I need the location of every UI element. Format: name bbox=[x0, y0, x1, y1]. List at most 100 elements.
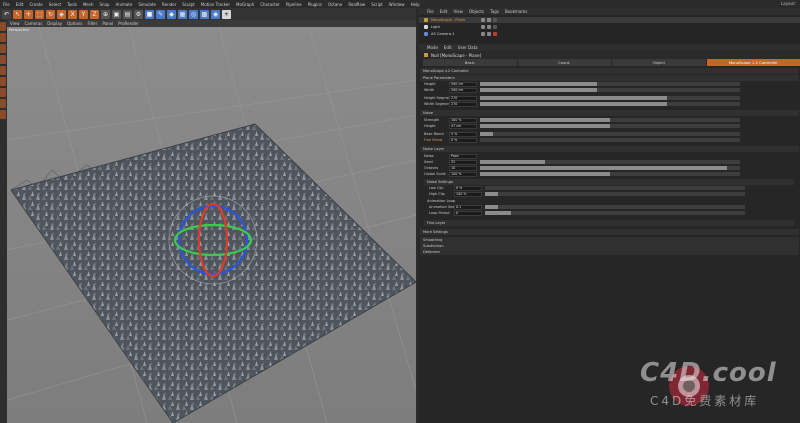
object-row[interactable]: Light bbox=[419, 24, 800, 30]
perspective-viewport[interactable]: View Cameras Display Options Filter Panel ProR… bbox=[7, 20, 416, 423]
z-axis-icon[interactable]: Z bbox=[90, 9, 99, 19]
undo-icon[interactable]: ↶ bbox=[2, 9, 11, 19]
menu-item[interactable]: Character bbox=[260, 2, 280, 7]
polygons-mode-icon[interactable] bbox=[0, 88, 6, 97]
param-slider[interactable] bbox=[485, 205, 745, 209]
menu-item[interactable]: File bbox=[3, 2, 10, 7]
render-picture-icon[interactable]: ▤ bbox=[123, 9, 132, 19]
recent-tool-icon[interactable]: ◈ bbox=[57, 9, 66, 19]
param-slider[interactable] bbox=[480, 138, 740, 142]
section-more-settings[interactable]: More Settings bbox=[420, 229, 799, 235]
menu-item[interactable]: Select bbox=[49, 2, 61, 7]
attribute-tab[interactable]: Coord. bbox=[517, 59, 611, 66]
object-menu-item[interactable]: View bbox=[453, 9, 463, 14]
section-fine-layer[interactable]: Fine Layer bbox=[424, 220, 794, 226]
viewport-menu-item[interactable]: Options bbox=[67, 21, 82, 26]
object-menu-item[interactable]: Tags bbox=[490, 9, 499, 14]
param-value-field[interactable]: 100 % bbox=[454, 191, 482, 197]
visibility-tag-icon[interactable] bbox=[481, 25, 485, 29]
light-icon[interactable]: ☀ bbox=[222, 9, 231, 19]
y-axis-icon[interactable]: Y bbox=[79, 9, 88, 19]
menu-item[interactable]: Octane bbox=[328, 2, 342, 7]
snap-icon[interactable] bbox=[0, 99, 6, 108]
axis-mode-icon[interactable] bbox=[0, 55, 6, 64]
subdivision-icon[interactable]: ◆ bbox=[167, 9, 176, 19]
menu-item[interactable]: Help bbox=[411, 2, 420, 7]
object-tag-icon[interactable] bbox=[493, 18, 497, 22]
param-value-field[interactable]: 0 % bbox=[449, 137, 477, 143]
param-slider[interactable] bbox=[480, 82, 740, 86]
menu-item[interactable]: Simulate bbox=[138, 2, 156, 7]
cube-icon[interactable]: ■ bbox=[145, 9, 154, 19]
object-menu-item[interactable]: Edit bbox=[440, 9, 448, 14]
param-slider[interactable] bbox=[485, 186, 745, 190]
param-row[interactable]: Height 47 cm bbox=[424, 123, 794, 129]
param-row[interactable]: High Clip 100 % bbox=[429, 191, 799, 197]
menu-item[interactable]: Realflow bbox=[348, 2, 365, 7]
param-row[interactable]: Global Scale 100 % bbox=[424, 171, 794, 177]
menu-item[interactable]: Snap bbox=[99, 2, 109, 7]
viewport-menu-item[interactable]: View bbox=[10, 21, 20, 26]
render-settings-icon[interactable]: ⚙ bbox=[134, 9, 143, 19]
param-slider[interactable] bbox=[480, 132, 740, 136]
deformer-icon[interactable]: ◎ bbox=[189, 9, 198, 19]
viewport-menu-item[interactable]: Display bbox=[47, 21, 62, 26]
points-mode-icon[interactable] bbox=[0, 66, 6, 75]
menu-item[interactable]: Sculpt bbox=[182, 2, 195, 7]
param-slider[interactable] bbox=[480, 124, 740, 128]
param-value-field[interactable]: 5 % bbox=[449, 131, 477, 137]
model-mode-icon[interactable] bbox=[0, 33, 6, 42]
menu-item[interactable]: Pipeline bbox=[286, 2, 302, 7]
param-slider[interactable] bbox=[485, 192, 745, 196]
render-tag-icon[interactable] bbox=[487, 18, 491, 22]
object-row[interactable]: AS Camera.1 bbox=[419, 31, 800, 37]
render-tag-icon[interactable] bbox=[487, 25, 491, 29]
scene-icon[interactable]: ▩ bbox=[200, 9, 209, 19]
live-select-icon[interactable]: ↖ bbox=[13, 9, 22, 19]
param-row[interactable]: Fine Blend 0 % bbox=[424, 137, 794, 143]
param-value-field[interactable]: 500 cm bbox=[449, 87, 477, 93]
menu-item[interactable]: Create bbox=[29, 2, 42, 7]
param-value-field[interactable]: 10 bbox=[449, 165, 477, 171]
attribute-tab[interactable]: Object bbox=[612, 59, 706, 66]
visibility-tag-icon[interactable] bbox=[481, 32, 485, 36]
param-row[interactable]: Width Segments 270 bbox=[424, 101, 794, 107]
param-value-field[interactable]: 270 bbox=[449, 95, 477, 101]
menu-item[interactable]: Motion Tracker bbox=[201, 2, 230, 7]
workplane-icon[interactable] bbox=[0, 110, 6, 119]
param-slider[interactable] bbox=[480, 172, 740, 176]
menu-item[interactable]: Mesh bbox=[83, 2, 94, 7]
param-slider[interactable] bbox=[480, 96, 740, 100]
viewport-menu-item[interactable]: Cameras bbox=[25, 21, 43, 26]
param-value-field[interactable]: 270 bbox=[449, 101, 477, 107]
param-value-field[interactable]: 47 cm bbox=[449, 123, 477, 129]
param-value-field[interactable]: 0 % bbox=[454, 185, 482, 191]
section-deformer[interactable]: Deformer bbox=[420, 249, 799, 255]
menu-item[interactable]: Script bbox=[371, 2, 383, 7]
menu-item[interactable]: Animate bbox=[116, 2, 133, 7]
param-value-field[interactable]: 0 bbox=[454, 210, 482, 216]
attribute-tab[interactable]: Basic bbox=[423, 59, 517, 66]
param-value-field[interactable]: 32 bbox=[449, 159, 477, 165]
scale-icon[interactable]: ⬚ bbox=[35, 9, 44, 19]
param-slider[interactable] bbox=[480, 166, 740, 170]
section-noise[interactable]: Noise bbox=[420, 110, 799, 116]
viewport-menu-item[interactable]: Filter bbox=[87, 21, 97, 26]
param-slider[interactable] bbox=[480, 160, 740, 164]
param-value-field[interactable]: 500 cm bbox=[449, 81, 477, 87]
section-noise-layer[interactable]: Noise Layer bbox=[420, 146, 799, 152]
param-value-field[interactable]: 0.1 bbox=[454, 204, 482, 210]
texture-mode-icon[interactable] bbox=[0, 44, 6, 53]
layout-label[interactable]: Layout: bbox=[781, 1, 796, 6]
coord-system-icon[interactable]: ⊕ bbox=[101, 9, 110, 19]
object-menu-item[interactable]: File bbox=[427, 9, 434, 14]
param-value-field[interactable]: 100 % bbox=[449, 117, 477, 123]
attribute-tab[interactable]: MonoScape 1.2 Controller bbox=[706, 59, 800, 66]
menu-item[interactable]: Window bbox=[389, 2, 405, 7]
object-tag-icon[interactable] bbox=[493, 32, 497, 36]
attribute-menu-item[interactable]: Mode bbox=[427, 45, 438, 50]
menu-item[interactable]: Plugins bbox=[308, 2, 322, 7]
param-slider[interactable] bbox=[480, 102, 740, 106]
param-value-field[interactable]: Poxo bbox=[449, 153, 477, 159]
attribute-menu-item[interactable]: Edit bbox=[444, 45, 452, 50]
